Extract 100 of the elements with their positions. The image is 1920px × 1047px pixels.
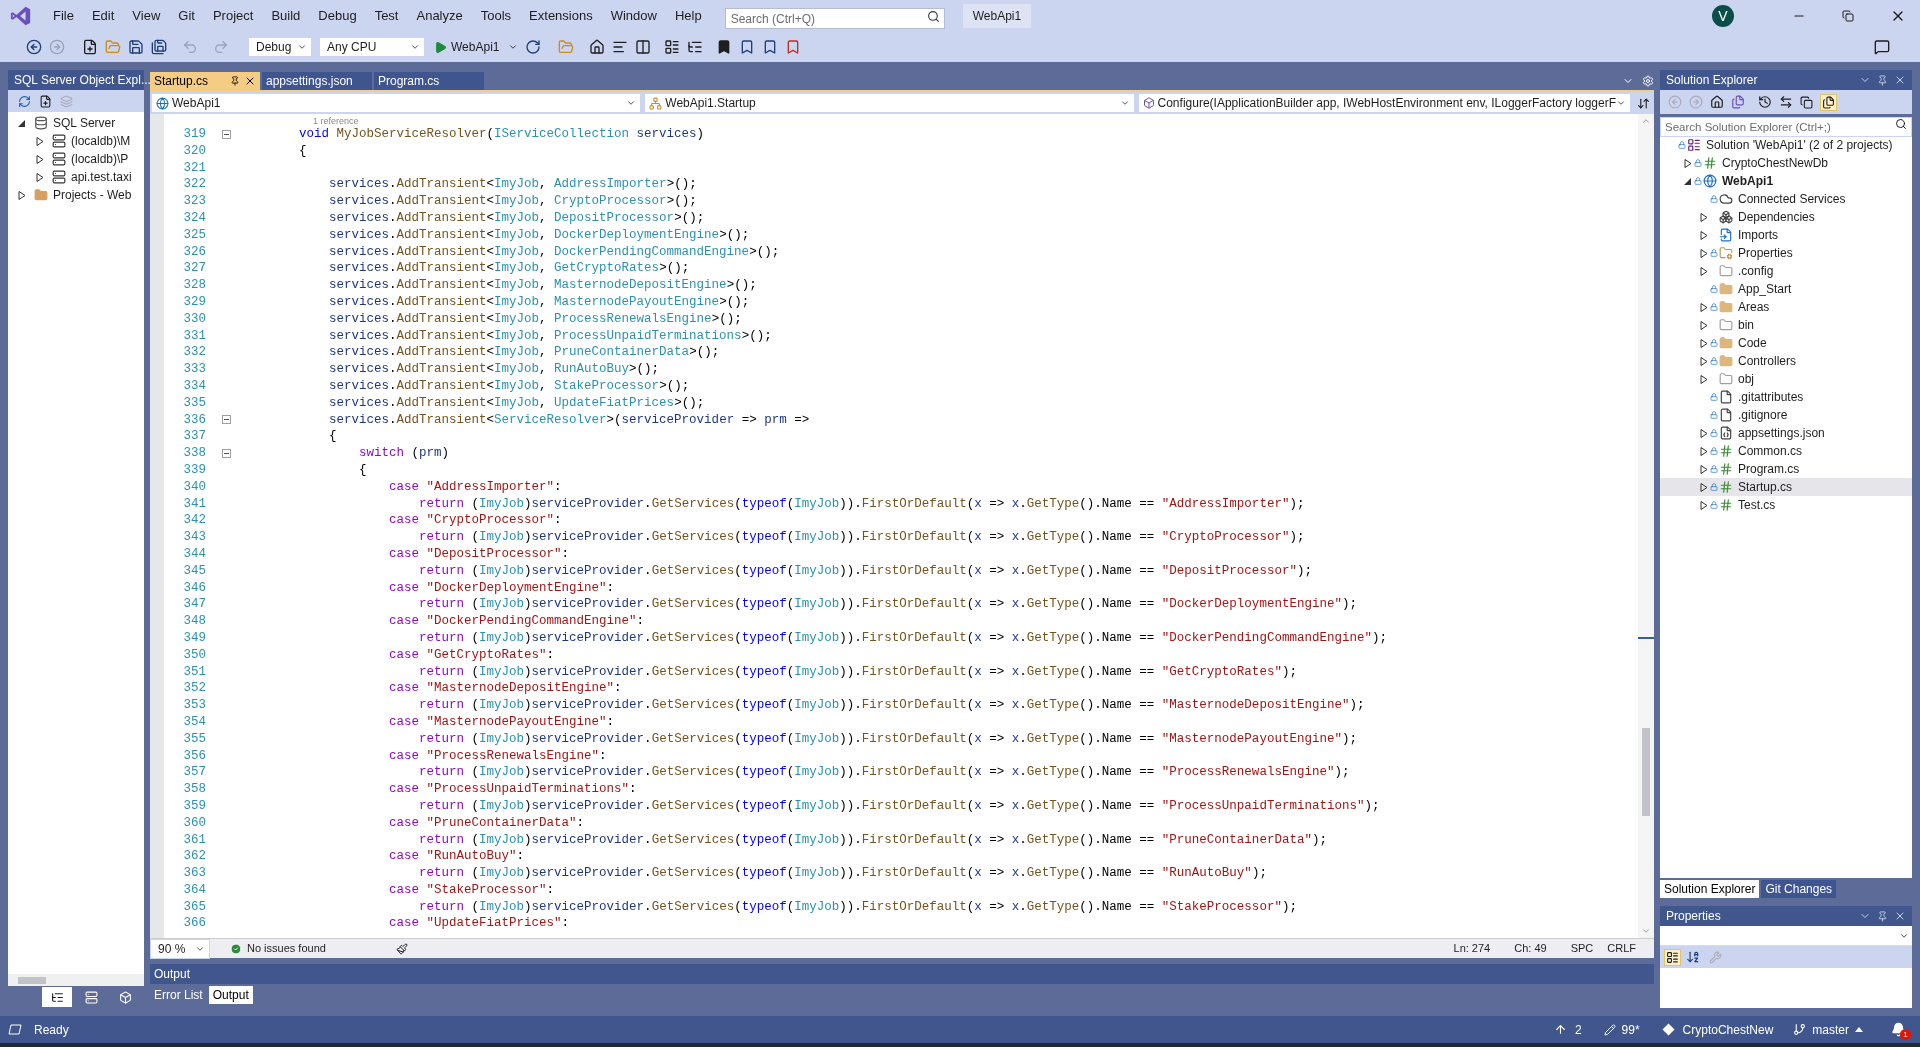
brush-icon[interactable] xyxy=(395,942,408,955)
collapsed-arrow-icon[interactable] xyxy=(36,172,44,182)
tree-item[interactable]: Imports xyxy=(1660,226,1912,244)
collapsed-arrow-icon[interactable] xyxy=(1700,356,1708,366)
pin-icon[interactable] xyxy=(230,76,240,86)
menu-item[interactable]: Debug xyxy=(309,6,366,26)
document-tab[interactable]: appsettings.json xyxy=(262,72,372,90)
collapsed-arrow-icon[interactable] xyxy=(1700,500,1708,510)
menu-item[interactable]: Analyze xyxy=(407,6,472,26)
tree-item[interactable]: WebApi1 xyxy=(1660,172,1912,190)
whitespace-indicator[interactable]: SPC xyxy=(1570,940,1594,957)
panel-tab[interactable]: Output xyxy=(208,986,253,1004)
search-field[interactable]: Search (Ctrl+Q) xyxy=(724,8,945,29)
tree-item[interactable]: Solution 'WebApi1' (2 of 2 projects) xyxy=(1660,136,1912,154)
collapsed-arrow-icon[interactable] xyxy=(1700,230,1708,240)
tree-item[interactable]: obj xyxy=(1660,370,1912,388)
pin-icon[interactable] xyxy=(1877,74,1888,86)
uncomment-lines-icon[interactable] xyxy=(687,39,704,55)
show-all-files-button[interactable] xyxy=(1820,93,1837,111)
panel-tab[interactable]: Solution Explorer xyxy=(1660,880,1760,898)
back-icon[interactable] xyxy=(26,39,42,55)
zoom-dropdown[interactable]: 90 % xyxy=(150,938,210,959)
caret-icon[interactable] xyxy=(508,42,519,52)
comment-lines-icon[interactable] xyxy=(664,39,681,55)
collapsed-arrow-icon[interactable] xyxy=(1700,446,1708,456)
menu-item[interactable]: Build xyxy=(262,6,310,26)
issues-status[interactable]: No issues found xyxy=(247,940,326,957)
tree-item[interactable]: bin xyxy=(1660,316,1912,334)
type-dropdown[interactable]: WebApi1.Startup xyxy=(644,93,1135,113)
menu-item[interactable]: Project xyxy=(203,6,263,26)
changes-count[interactable]: 99* xyxy=(1621,1020,1640,1039)
tree-item[interactable]: CryptoChestNewDb xyxy=(1660,154,1912,172)
platform-dropdown[interactable]: Any CPU xyxy=(319,37,425,57)
collapsed-arrow-icon[interactable] xyxy=(1700,302,1708,312)
add-server-icon[interactable] xyxy=(39,94,52,108)
menu-item[interactable]: File xyxy=(44,6,83,26)
menu-item[interactable]: Extensions xyxy=(520,6,602,26)
expanded-arrow-icon[interactable] xyxy=(1684,176,1692,186)
run-button[interactable]: WebApi1 xyxy=(432,38,502,56)
branch-icon[interactable] xyxy=(1793,1023,1807,1036)
collapsed-arrow-icon[interactable] xyxy=(36,136,44,146)
tree-item[interactable]: App_Start xyxy=(1660,280,1912,298)
tree-item[interactable]: Areas xyxy=(1660,298,1912,316)
reference-count[interactable]: 1 reference xyxy=(313,117,359,126)
tree-item[interactable]: appsettings.json xyxy=(1660,424,1912,442)
menu-item[interactable]: Help xyxy=(665,6,711,26)
panel-tab[interactable]: Git Changes xyxy=(1761,880,1837,898)
tree-item[interactable]: (localdb)\P xyxy=(8,150,144,168)
tree-item[interactable]: Startup.cs xyxy=(1660,478,1912,496)
tree-item[interactable]: (localdb)\M xyxy=(8,132,144,150)
tree-item[interactable]: Test.cs xyxy=(1660,496,1912,514)
columns-icon[interactable] xyxy=(635,39,652,55)
panel-tab[interactable]: Error List xyxy=(150,986,207,1004)
pin-icon[interactable] xyxy=(1877,910,1888,922)
menu-item[interactable]: Edit xyxy=(82,6,124,26)
document-tab[interactable]: Program.cs xyxy=(374,72,484,90)
search-field[interactable]: Search Solution Explorer (Ctrl+;) xyxy=(1660,117,1912,137)
collapsed-arrow-icon[interactable] xyxy=(1700,428,1708,438)
tree-item[interactable]: .gitattributes xyxy=(1660,388,1912,406)
account-avatar[interactable]: V xyxy=(1712,5,1734,27)
horizontal-scrollbar[interactable] xyxy=(8,974,144,986)
home-icon[interactable] xyxy=(1710,95,1724,109)
collapsed-arrow-icon[interactable] xyxy=(1700,374,1708,384)
collapsed-arrow-icon[interactable] xyxy=(1700,464,1708,474)
tree-item[interactable]: Projects - Web xyxy=(8,186,144,204)
collapsed-arrow-icon[interactable] xyxy=(18,190,26,200)
search-icon[interactable] xyxy=(926,9,940,23)
save-icon[interactable] xyxy=(128,39,144,55)
column-indicator[interactable]: Ch: 49 xyxy=(1514,940,1547,957)
collapsed-arrow-icon[interactable] xyxy=(1700,320,1708,330)
menu-item[interactable]: Tools xyxy=(471,6,521,26)
tree-item[interactable]: Common.cs xyxy=(1660,442,1912,460)
document-tab[interactable]: Startup.cs xyxy=(150,72,260,90)
branch-name[interactable]: master xyxy=(1812,1020,1849,1039)
tree-item[interactable]: .config xyxy=(1660,262,1912,280)
project-dropdown[interactable]: WebApi1 xyxy=(151,93,642,113)
collapse-icon[interactable] xyxy=(221,129,231,139)
collapse-all-icon[interactable] xyxy=(1800,95,1813,109)
restore-icon[interactable] xyxy=(1842,10,1854,22)
line-indicator[interactable]: Ln: 274 xyxy=(1453,940,1491,957)
refresh-icon[interactable] xyxy=(525,39,542,55)
categorized-button[interactable] xyxy=(1664,948,1681,966)
line-ending-indicator[interactable]: CRLF xyxy=(1607,940,1636,957)
tree-item[interactable]: Connected Services xyxy=(1660,190,1912,208)
collapse-icon[interactable] xyxy=(221,415,231,425)
menu-item[interactable]: Test xyxy=(365,6,408,26)
unpushed-count[interactable]: 2 xyxy=(1574,1020,1582,1039)
menu-item[interactable]: Git xyxy=(169,6,204,26)
new-file-icon[interactable] xyxy=(82,39,98,55)
repository-name[interactable]: CryptoChestNew xyxy=(1682,1020,1774,1039)
feedback-icon[interactable] xyxy=(1874,39,1890,55)
scrollbar-thumb[interactable] xyxy=(1642,728,1650,816)
tree-item[interactable]: SQL Server xyxy=(8,114,144,132)
collapsed-arrow-icon[interactable] xyxy=(36,154,44,164)
tree-item[interactable]: Code xyxy=(1660,334,1912,352)
collapsed-arrow-icon[interactable] xyxy=(1684,158,1692,168)
collapsed-arrow-icon[interactable] xyxy=(1700,266,1708,276)
menu-item[interactable]: View xyxy=(123,6,170,26)
configuration-dropdown[interactable]: Debug xyxy=(248,37,312,57)
collapsed-arrow-icon[interactable] xyxy=(1700,248,1708,258)
